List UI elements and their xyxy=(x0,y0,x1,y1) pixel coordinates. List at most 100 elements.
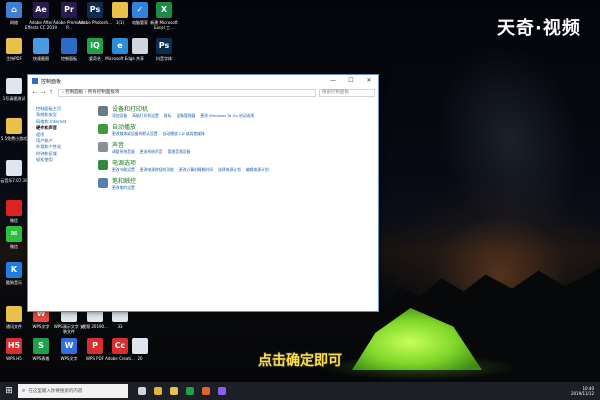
folder-icon xyxy=(6,118,22,134)
task-view-icon xyxy=(138,387,146,395)
back-arrow-icon[interactable]: ← xyxy=(31,89,39,96)
category-title[interactable]: 声音 xyxy=(112,142,195,149)
wps-writer-icon: W xyxy=(61,338,77,354)
photoshop-icon: Ps xyxy=(156,38,172,54)
desktop-icon[interactable]: X 新建 Microsoft Excel 工... xyxy=(147,2,181,38)
category-link[interactable]: 高级打印机设置 xyxy=(132,113,159,118)
premiere-icon: Pr xyxy=(61,2,77,18)
pc-manager-icon: ✓ xyxy=(132,2,148,18)
category-link[interactable]: 添加设备 xyxy=(112,113,127,118)
clock[interactable]: 10:40 2019/11/12 xyxy=(571,386,594,396)
share-icon xyxy=(132,38,148,54)
search-icon: ⌕ xyxy=(22,387,26,394)
desktop-icon[interactable]: 20 xyxy=(123,338,157,374)
category-link[interactable]: 更改系统声音 xyxy=(140,149,163,154)
category-link[interactable]: 自动播放 CD 或其他媒体 xyxy=(163,131,205,136)
category-item: 自动播放 更改媒体或设备的默认设置 自动播放 CD 或其他媒体 xyxy=(98,124,378,142)
folder-icon xyxy=(6,38,22,54)
pen-icon[interactable] xyxy=(98,178,108,188)
control-panel-icon xyxy=(32,78,38,84)
category-link[interactable]: 更改节能设置 xyxy=(112,167,135,172)
left-nav-item[interactable]: 轻松使用 xyxy=(36,157,90,163)
category-list: 设备和打印机 添加设备 高级打印机设置 鼠标 设备管理器 更改 Windows To Go… xyxy=(90,98,378,311)
desktop-icon-label: 抖音字体 xyxy=(156,56,172,61)
excel-icon: X xyxy=(156,2,172,18)
category-title[interactable]: 笔和触控 xyxy=(112,178,140,185)
category-links: 添加设备 高级打印机设置 鼠标 设备管理器 更改 Windows To Go 启动选项 xyxy=(112,113,259,118)
mouse-cursor xyxy=(135,282,138,288)
maximize-button[interactable]: ☐ xyxy=(342,75,360,87)
system-tray: 10:40 2019/11/12 xyxy=(565,386,600,396)
category-link[interactable]: 选择电源计划 xyxy=(218,167,241,172)
clock-date: 2019/11/12 xyxy=(570,391,594,396)
category-link[interactable]: 鼠标 xyxy=(164,113,172,118)
video-subtitle: 点击确定即可 xyxy=(258,353,342,369)
category-title[interactable]: 电源选项 xyxy=(112,160,274,167)
category-link[interactable]: 更改笔的设置 xyxy=(112,185,135,190)
taskbar-app[interactable] xyxy=(198,382,214,400)
category-item: 电源选项 更改节能设置 更改电源按钮的功能 更改计算机睡眠时间 选择电源计划 编辑电源计划 xyxy=(98,160,378,178)
category-link[interactable]: 管理音频设备 xyxy=(168,149,191,154)
minimize-button[interactable]: — xyxy=(324,75,342,87)
control-panel-window[interactable]: 控制面板 — ☐ ✕ ← → ↑ › 控制面板 › 所有控制面板项 搜索控制面板… xyxy=(27,74,379,312)
category-link[interactable]: 调整系统音量 xyxy=(112,149,135,154)
wps-pdf-icon: P xyxy=(87,338,103,354)
iqiyi-icon: iQ xyxy=(87,38,103,54)
category-link[interactable]: 设备管理器 xyxy=(176,113,195,118)
power-icon[interactable] xyxy=(98,160,108,170)
wps-sheet-icon: S xyxy=(33,338,49,354)
taskbar: ⊞ ⌕ 在这里输入你要搜索的内容 10:40 2019/11/12 xyxy=(0,382,600,400)
category-item: 设备和打印机 添加设备 高级打印机设置 鼠标 设备管理器 更改 Windows To Go… xyxy=(98,106,378,124)
address-bar: ← → ↑ › 控制面板 › 所有控制面板项 搜索控制面板 xyxy=(28,87,378,98)
start-button[interactable]: ⊞ xyxy=(0,382,18,400)
up-arrow-icon[interactable]: ↑ xyxy=(47,89,55,96)
taskbar-app[interactable] xyxy=(166,382,182,400)
address-path[interactable]: › 控制面板 › 所有控制面板项 xyxy=(58,88,316,97)
file-icon xyxy=(6,306,22,322)
printer-icon[interactable] xyxy=(98,106,108,116)
category-link[interactable]: 编辑电源计划 xyxy=(246,167,269,172)
taskbar-search-placeholder: 在这里输入你要搜索的内容 xyxy=(28,389,83,394)
desktop-icon[interactable]: Ps 抖音字体 xyxy=(147,38,181,74)
category-title[interactable]: 自动播放 xyxy=(112,124,210,131)
wps-h5-icon: H5 xyxy=(6,338,22,354)
category-link[interactable]: 更改计算机睡眠时间 xyxy=(179,167,213,172)
desktop-icon-label: 20 xyxy=(137,356,143,361)
music-file-icon xyxy=(6,160,22,176)
sound-icon[interactable] xyxy=(98,142,108,152)
window-body: 控制面板主页 系统和安全 网络和 Internet 硬件和声音 程序 用户帐户 外观和个性化… xyxy=(28,98,378,311)
taskbar-app[interactable] xyxy=(134,382,150,400)
taskbar-app[interactable] xyxy=(214,382,230,400)
app-icon xyxy=(202,387,210,395)
wps-icon xyxy=(186,387,194,395)
chrome-icon xyxy=(154,387,162,395)
category-link[interactable]: 更改 Windows To Go 启动选项 xyxy=(200,113,254,118)
autoplay-icon[interactable] xyxy=(98,124,108,134)
app-icon xyxy=(6,200,22,216)
category-link[interactable]: 更改电源按钮的功能 xyxy=(140,167,174,172)
taskbar-app[interactable] xyxy=(150,382,166,400)
file-icon xyxy=(132,338,148,354)
window-titlebar[interactable]: 控制面板 — ☐ ✕ xyxy=(28,75,378,87)
desktop-icon-label: 33 xyxy=(117,324,123,329)
after-effects-icon: Ae xyxy=(33,2,49,18)
kugou-icon: K xyxy=(6,262,22,278)
video-app-icon xyxy=(218,387,226,395)
close-button[interactable]: ✕ xyxy=(360,75,378,87)
desktop: ⌂ 网络 Ae Adobe After Effects CC 2019 Pr Adobe … xyxy=(0,0,600,382)
category-links: 更改媒体或设备的默认设置 自动播放 CD 或其他媒体 xyxy=(112,131,210,136)
category-link[interactable]: 更改媒体或设备的默认设置 xyxy=(112,131,158,136)
photoshop-icon: Ps xyxy=(87,2,103,18)
desktop-icon-label: 新建 Microsoft Excel 工... xyxy=(150,20,178,30)
category-links: 更改节能设置 更改电源按钮的功能 更改计算机睡眠时间 选择电源计划 编辑电源计划 xyxy=(112,167,274,172)
taskbar-app[interactable] xyxy=(182,382,198,400)
video-watermark: 天奇·视频 xyxy=(497,18,581,39)
search-input[interactable]: 搜索控制面板 xyxy=(319,88,375,97)
forward-arrow-icon[interactable]: → xyxy=(39,89,47,96)
taskbar-search[interactable]: ⌕ 在这里输入你要搜索的内容 xyxy=(18,384,128,398)
file-icon xyxy=(6,78,22,94)
control-panel-icon xyxy=(61,38,77,54)
category-item: 笔和触控 更改笔的设置 xyxy=(98,178,378,196)
wechat-icon: ✉ xyxy=(6,226,22,242)
category-title[interactable]: 设备和打印机 xyxy=(112,106,259,113)
